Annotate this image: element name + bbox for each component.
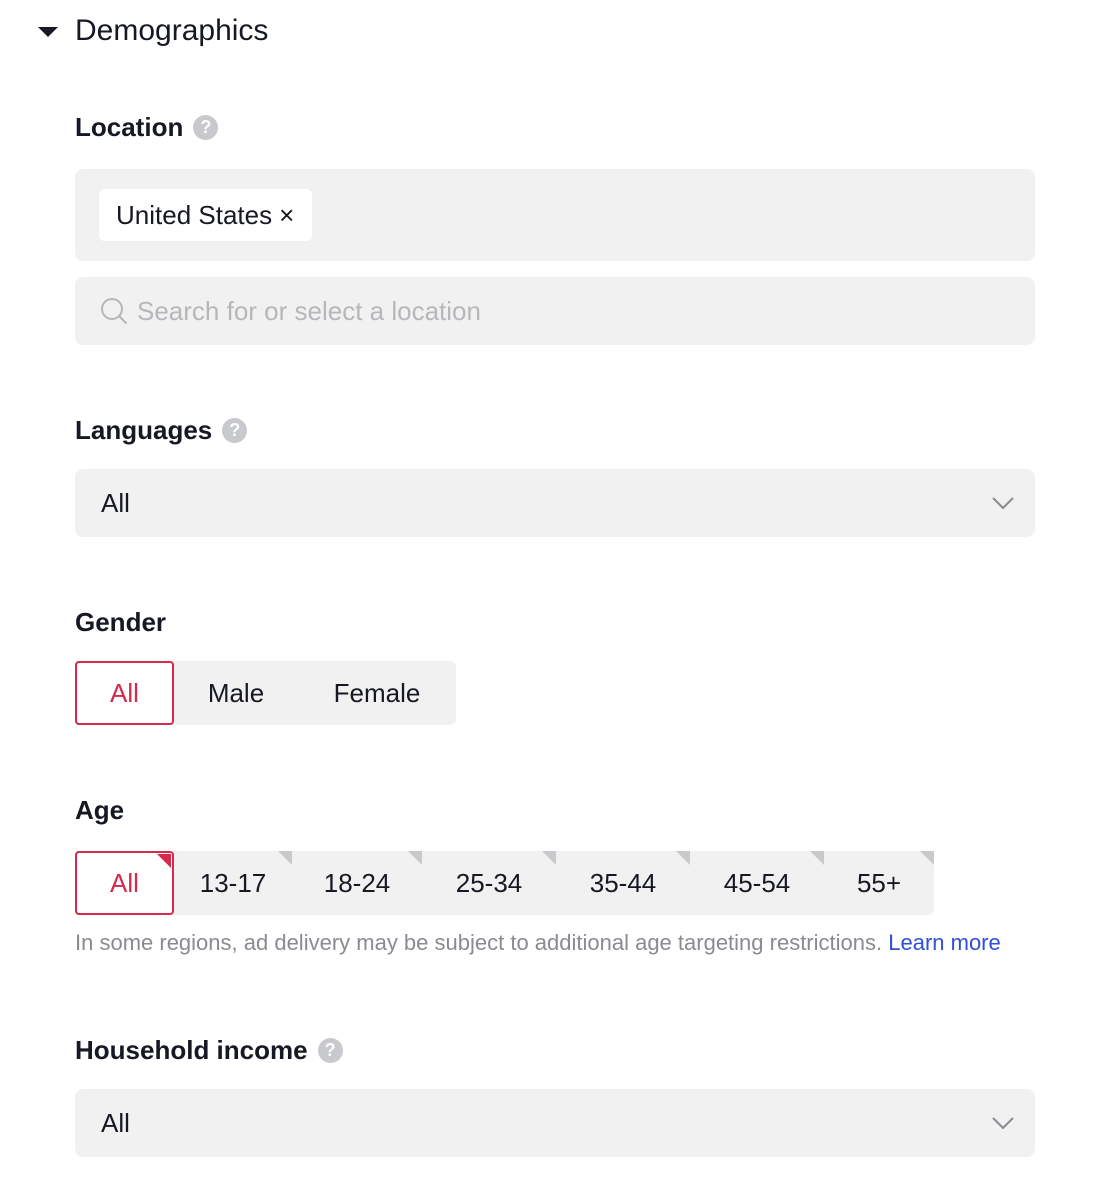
demographics-section-toggle[interactable]: Demographics: [38, 10, 268, 52]
household-income-label-row: Household income ?: [75, 1033, 343, 1067]
age-label: Age: [75, 794, 125, 825]
age-option-35-44[interactable]: 35-44: [556, 851, 690, 915]
gender-option-male[interactable]: Male: [174, 661, 298, 725]
section-title: Demographics: [75, 14, 269, 47]
age-note-text: In some regions, ad delivery may be subj…: [75, 930, 883, 955]
household-income-value: All: [101, 1107, 130, 1138]
location-tag-label: United States: [116, 199, 273, 230]
location-selected-box: United States ×: [75, 169, 1035, 261]
age-option-25-34[interactable]: 25-34: [422, 851, 556, 915]
age-option-label: 13-17: [199, 867, 267, 898]
location-search-input[interactable]: [137, 295, 987, 327]
gender-label: Gender: [75, 606, 167, 637]
help-icon[interactable]: ?: [193, 114, 219, 140]
corner-marker-icon: [408, 851, 422, 865]
location-tag: United States ×: [99, 189, 313, 241]
chevron-down-icon: [992, 1117, 1014, 1130]
caret-down-icon: [38, 27, 58, 37]
age-option-13-17[interactable]: 13-17: [174, 851, 292, 915]
languages-label: Languages: [75, 414, 213, 445]
household-income-select[interactable]: All: [75, 1089, 1035, 1157]
age-option-label: 25-34: [455, 867, 523, 898]
age-option-55-plus[interactable]: 55+: [824, 851, 934, 915]
age-option-45-54[interactable]: 45-54: [690, 851, 824, 915]
languages-value: All: [101, 487, 130, 518]
age-segmented-control: All 13-17 18-24 25-34 35-44 45-54 55+: [75, 851, 934, 915]
languages-select[interactable]: All: [75, 469, 1035, 537]
gender-label-row: Gender: [75, 605, 166, 639]
chevron-down-icon: [992, 497, 1014, 510]
age-label-row: Age: [75, 793, 124, 827]
search-icon: [101, 298, 127, 324]
age-option-18-24[interactable]: 18-24: [292, 851, 422, 915]
gender-option-all[interactable]: All: [75, 661, 174, 725]
corner-marker-icon: [278, 851, 292, 865]
gender-segmented-control: All Male Female: [75, 661, 456, 725]
age-restriction-note: In some regions, ad delivery may be subj…: [75, 930, 1001, 956]
corner-marker-icon: [676, 851, 690, 865]
location-search-field[interactable]: [75, 277, 1035, 345]
corner-marker-icon: [542, 851, 556, 865]
corner-marker-icon: [920, 851, 934, 865]
age-option-label: 55+: [856, 867, 902, 898]
household-income-label: Household income: [75, 1034, 308, 1065]
age-option-all[interactable]: All: [75, 851, 174, 915]
location-label-row: Location ?: [75, 110, 219, 144]
demographics-panel: Demographics Location ? United States × …: [0, 0, 1098, 1186]
age-option-label: 18-24: [323, 867, 391, 898]
location-label: Location: [75, 111, 184, 142]
gender-option-female[interactable]: Female: [298, 661, 456, 725]
help-icon[interactable]: ?: [317, 1037, 343, 1063]
age-option-label: 45-54: [723, 867, 791, 898]
corner-marker-icon: [157, 854, 171, 868]
age-option-label: 35-44: [589, 867, 657, 898]
languages-label-row: Languages ?: [75, 413, 248, 447]
close-icon[interactable]: ×: [279, 202, 294, 228]
corner-marker-icon: [810, 851, 824, 865]
learn-more-link[interactable]: Learn more: [888, 930, 1001, 955]
age-option-label: All: [110, 867, 139, 898]
help-icon[interactable]: ?: [222, 417, 248, 443]
